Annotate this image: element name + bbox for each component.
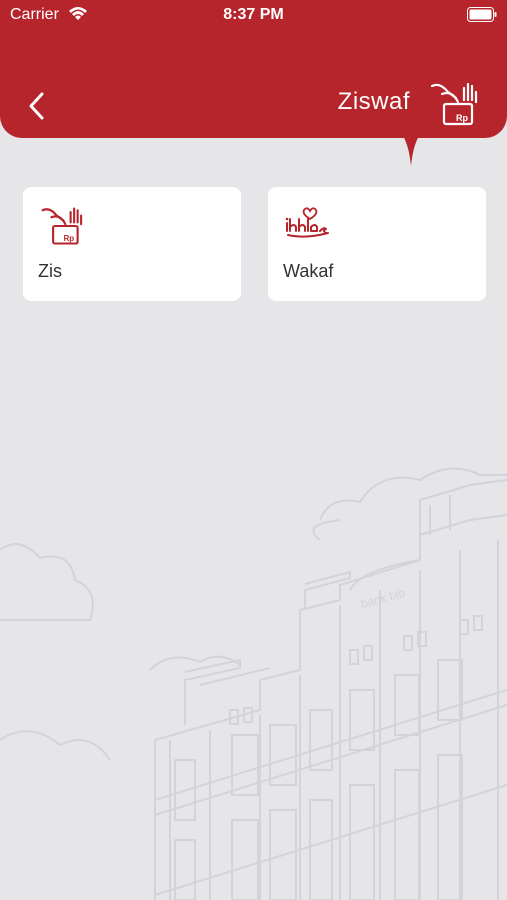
battery-icon [467,7,497,22]
chevron-left-icon [29,92,44,120]
header-pointer [403,136,419,166]
svg-text:Rp: Rp [64,234,75,243]
svg-text:bank bjb: bank bjb [359,586,407,611]
back-button[interactable] [22,88,52,124]
status-bar: Carrier 8:37 PM [0,0,507,30]
zis-hand-box-icon: Rp [41,207,83,245]
status-time: 8:37 PM [223,6,284,23]
zis-hand-box-icon: Rp [430,82,478,126]
menu-card-label: Wakaf [283,261,334,281]
building-background-illustration: bank bjb [0,467,507,900]
svg-text:Rp: Rp [456,113,468,123]
menu-card-wakaf[interactable]: Wakaf [268,187,486,301]
menu-card-zis[interactable]: Rp Zis [23,187,241,301]
page-title: Ziswaf [337,88,410,115]
ikhlas-logo-icon [285,207,329,238]
menu-card-label: Zis [38,261,62,281]
